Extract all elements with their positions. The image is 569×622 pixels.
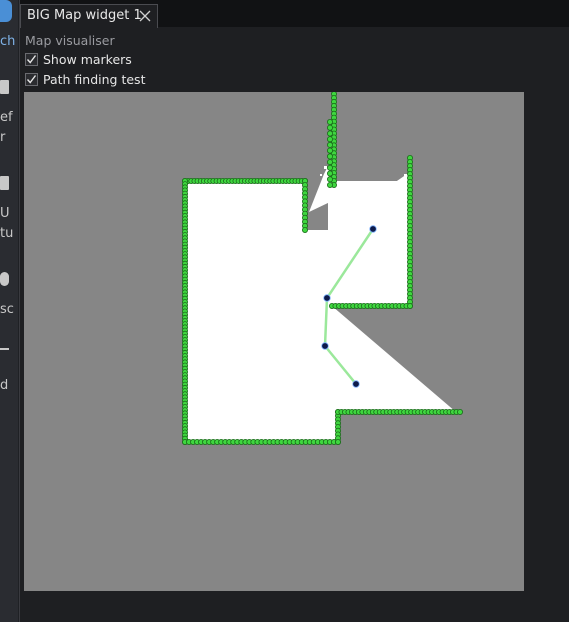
wall-marker bbox=[326, 182, 333, 189]
show-markers-option[interactable]: Show markers bbox=[25, 50, 132, 68]
app-icon bbox=[0, 272, 9, 286]
wall-marker bbox=[334, 438, 341, 445]
close-icon[interactable] bbox=[137, 8, 153, 24]
background-app-strip: ch ef r U tu sc d bbox=[0, 0, 18, 622]
show-markers-label: Show markers bbox=[43, 51, 132, 67]
tab-bar: BIG Map widget 1 bbox=[20, 0, 569, 28]
wall-marker bbox=[326, 164, 333, 171]
background-text-fragment: d bbox=[0, 378, 9, 393]
path-finding-option[interactable]: Path finding test bbox=[25, 70, 145, 88]
background-text-fragment: tu bbox=[0, 226, 14, 241]
wall-marker bbox=[326, 141, 333, 148]
wall-marker bbox=[326, 176, 333, 183]
show-markers-checkbox[interactable] bbox=[25, 52, 38, 66]
wall-marker bbox=[326, 124, 333, 131]
wall-marker bbox=[326, 170, 333, 177]
tab-title: BIG Map widget 1 bbox=[27, 8, 142, 23]
wall-marker bbox=[326, 147, 333, 154]
panel-title: Map visualiser bbox=[25, 33, 115, 48]
map-widget-window: BIG Map widget 1 Map visualiser Show mar… bbox=[19, 0, 569, 622]
folder-icon bbox=[0, 176, 9, 190]
background-text-fragment: ch bbox=[0, 34, 16, 49]
checkmark-icon bbox=[26, 74, 37, 84]
wall-marker bbox=[326, 159, 333, 166]
background-text-fragment: sc bbox=[0, 302, 14, 317]
path-waypoint bbox=[352, 380, 360, 388]
path-waypoint bbox=[321, 342, 329, 350]
checkmark-icon bbox=[26, 54, 37, 64]
wall-marker bbox=[456, 408, 463, 415]
background-text-fragment: U bbox=[0, 206, 10, 221]
wall-marker bbox=[326, 130, 333, 137]
folder-icon bbox=[0, 80, 9, 94]
wall-marker bbox=[301, 226, 308, 233]
wall-marker bbox=[326, 136, 333, 143]
wall-marker bbox=[326, 153, 333, 160]
background-text-fragment: ef bbox=[0, 110, 13, 125]
tab-big-map-widget[interactable]: BIG Map widget 1 bbox=[20, 4, 158, 28]
wall-marker bbox=[326, 118, 333, 125]
wall-marker bbox=[406, 302, 413, 309]
path-waypoint bbox=[323, 294, 331, 302]
background-accent bbox=[0, 0, 12, 22]
map-canvas[interactable] bbox=[24, 92, 524, 591]
divider-icon bbox=[0, 348, 9, 350]
map-visualisation[interactable] bbox=[24, 92, 524, 591]
path-finding-checkbox[interactable] bbox=[25, 72, 38, 86]
background-text-fragment: r bbox=[0, 130, 6, 145]
path-waypoint bbox=[369, 225, 377, 233]
path-finding-label: Path finding test bbox=[43, 71, 146, 87]
